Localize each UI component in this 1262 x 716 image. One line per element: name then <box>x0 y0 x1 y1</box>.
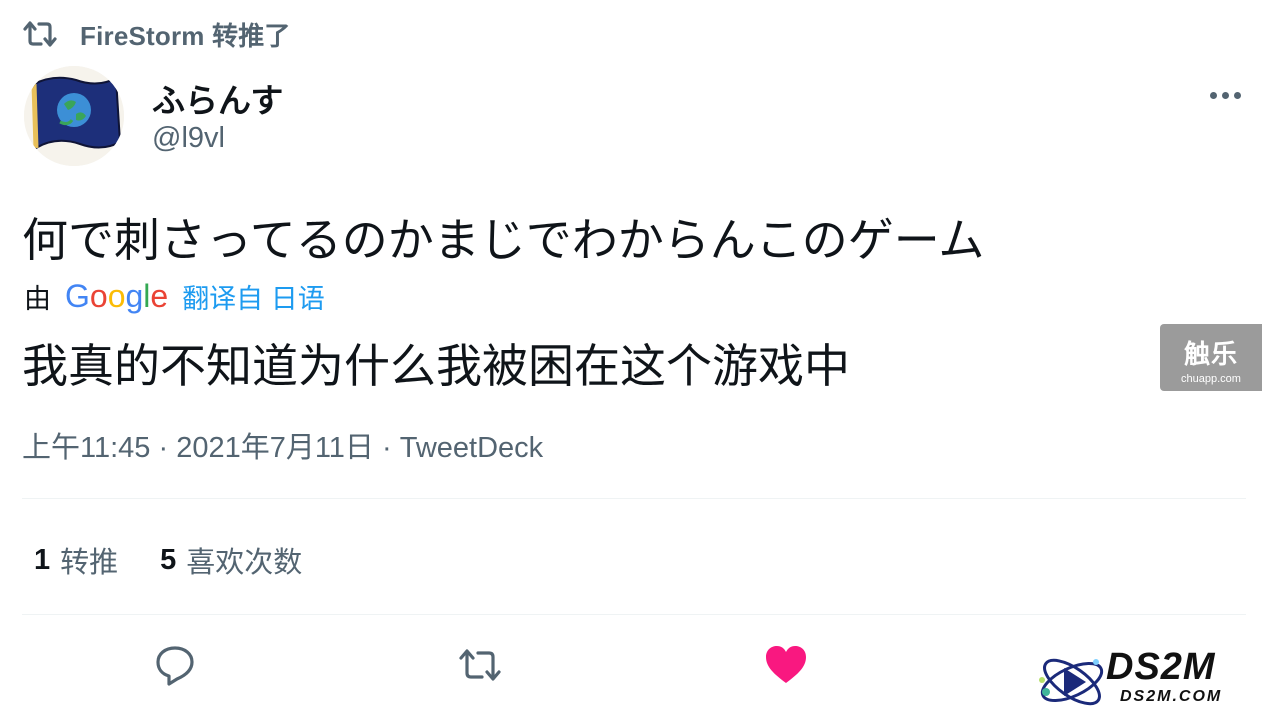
chuapp-watermark-title: 触乐 <box>1183 339 1238 369</box>
retweet-icon <box>22 20 58 48</box>
timestamp-separator: · <box>373 432 400 464</box>
translated-by-label: 由 <box>24 283 51 314</box>
tweet-stats: 1 转推 5 喜欢次数 <box>34 540 302 580</box>
more-dot <box>1221 91 1229 99</box>
more-dot <box>1233 91 1241 99</box>
ds2m-watermark-url: DS2M.COM <box>1120 688 1223 705</box>
translation-source-link[interactable]: 翻译自 日语 <box>182 277 325 316</box>
like-count: 5 <box>160 543 177 576</box>
like-count-label: 喜欢次数 <box>186 547 303 579</box>
more-dot <box>1209 91 1217 99</box>
retweeter-name[interactable]: FireStorm 转推了 <box>80 16 291 53</box>
google-logo: Google <box>65 277 169 314</box>
retweet-header: FireStorm 转推了 <box>22 14 291 54</box>
tweet-timestamp: 上午11:45 · 2021年7月11日 · TweetDeck <box>22 424 543 466</box>
ds2m-watermark-title: DS2M <box>1106 646 1216 688</box>
retweet-count-label: 转推 <box>60 547 119 579</box>
retweet-count: 1 <box>34 543 51 576</box>
retweet-count-link[interactable]: 1 转推 <box>34 539 118 581</box>
translated-tweet-text: 我真的不知道为什么我被困在这个游戏中 <box>22 339 850 393</box>
like-count-link[interactable]: 5 喜欢次数 <box>160 539 302 581</box>
chuapp-watermark-url: chuapp.com <box>1181 373 1241 385</box>
heart-filled-icon[interactable] <box>761 640 811 690</box>
divider <box>22 498 1246 499</box>
more-options-icon[interactable] <box>1200 80 1250 110</box>
user-handle[interactable]: @l9vl <box>152 122 225 155</box>
avatar[interactable] <box>24 66 124 166</box>
tweet-text: 何で刺さってるのかまじでわからんこのゲーム <box>22 213 985 267</box>
divider <box>22 614 1246 615</box>
tweet-source-link[interactable]: TweetDeck <box>400 432 543 464</box>
ds2m-logo-icon <box>1039 658 1104 706</box>
reply-icon[interactable] <box>150 640 200 690</box>
timestamp-time[interactable]: 上午11:45 · 2021年7月11日 <box>22 432 374 464</box>
ds2m-watermark: DS2M DS2M.COM <box>1034 644 1256 716</box>
display-name[interactable]: ふらんす <box>152 74 283 122</box>
retweet-icon[interactable] <box>455 640 505 690</box>
translation-attribution: 由 Google 翻译自 日语 <box>24 276 325 316</box>
chuapp-watermark: 触乐 chuapp.com <box>1160 324 1262 391</box>
